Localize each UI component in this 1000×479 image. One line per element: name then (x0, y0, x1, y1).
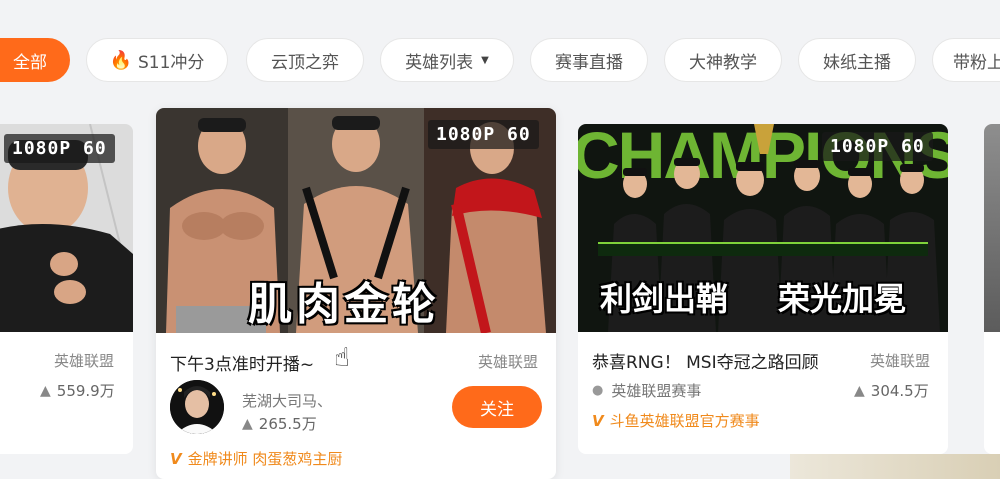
stream-category[interactable]: 英雄联盟 (870, 350, 930, 371)
avatar-image (170, 380, 224, 434)
caret-down-icon: ▼ (481, 54, 489, 66)
poster-caption-right: 荣光加冕 (778, 280, 907, 318)
v-badge-icon: V (592, 412, 604, 430)
streamer-name: 英雄联盟赛事 (611, 382, 702, 400)
follow-button[interactable]: 关注 (452, 386, 542, 428)
tab-label: 赛事直播 (555, 52, 623, 73)
resolution-badge: 1080P 60 (822, 132, 933, 161)
stream-thumbnail[interactable]: 1080P 60 肌肉金轮 (156, 108, 556, 333)
flame-icon: ▲ (40, 382, 51, 399)
tab-s11[interactable]: 🔥 S11冲分 (86, 38, 228, 82)
badge-text: 金牌讲师 肉蛋葱鸡主厨 (187, 450, 343, 468)
popularity-count: 265.5万 (258, 415, 317, 433)
thumbnail-caption: 肌肉金轮 (248, 279, 440, 330)
popularity-count: 304.5万 (870, 382, 929, 400)
badge-text: 斗鱼英雄联盟官方赛事 (609, 412, 760, 430)
tab-fan-boost[interactable]: 带粉上 (932, 38, 1000, 82)
user-icon: ● (592, 383, 604, 398)
avatar[interactable] (170, 380, 224, 434)
tab-label: 妹纸主播 (823, 52, 891, 73)
stream-title[interactable]: 下午3点准时开播~ (170, 350, 314, 375)
tab-hero-list[interactable]: 英雄列表 ▼ (380, 38, 514, 82)
tab-label: 英雄列表 (405, 52, 474, 73)
popularity: ▲ 265.5万 (242, 413, 317, 434)
tab-live-events[interactable]: 赛事直播 (530, 38, 648, 82)
flame-icon: ▲ (854, 382, 865, 399)
tab-girl-streamers[interactable]: 妹纸主播 (798, 38, 916, 82)
stream-card-featured[interactable]: 1080P 60 肌肉金轮 下午3点准时开播~ 英雄联盟 芜湖大司马、 ▲ 26… (156, 108, 556, 479)
resolution-badge: 1080P 60 (4, 134, 115, 163)
streamer-badge: V 金牌讲师 肉蛋葱鸡主厨 (170, 448, 342, 469)
resolution-badge: 1080P 60 (428, 120, 539, 149)
v-badge-icon: V (170, 450, 182, 468)
stream-card[interactable] (984, 124, 1000, 454)
flame-icon: 🔥 (109, 49, 132, 71)
hand-cursor-icon: ☝ (334, 343, 350, 373)
stream-card[interactable]: CHAMPIONS 1080P 60 利剑出鞘 荣光加冕 恭喜RNG！ MSI夺… (578, 124, 948, 454)
streamer-name[interactable]: 芜湖大司马、 (242, 390, 332, 411)
popularity-count: 559.9万 (56, 382, 115, 400)
stream-thumbnail[interactable]: 1080P 60 (0, 124, 133, 332)
tab-all[interactable]: 全部 (0, 38, 70, 82)
stream-thumbnail[interactable] (984, 124, 1000, 332)
streamer-badge: V 斗鱼英雄联盟官方赛事 (592, 410, 760, 431)
flame-icon: ▲ (242, 415, 253, 432)
popularity: ▲ 304.5万 (854, 380, 929, 401)
stream-thumbnail[interactable]: CHAMPIONS 1080P 60 利剑出鞘 荣光加冕 (578, 124, 948, 332)
tab-pro-tutorial[interactable]: 大神教学 (664, 38, 782, 82)
stream-category[interactable]: 英雄联盟 (478, 351, 538, 372)
tab-label: 大神教学 (689, 52, 757, 73)
tab-label: S11冲分 (137, 52, 205, 73)
popularity: ▲ 559.9万 (40, 380, 115, 401)
poster-caption-left: 利剑出鞘 (600, 280, 729, 318)
stream-card[interactable]: 1080P 60 英雄联盟 ▲ 559.9万 (0, 124, 133, 454)
tab-label: 云顶之弈 (271, 52, 339, 73)
tab-label: 全部 (13, 52, 47, 73)
stream-category[interactable]: 英雄联盟 (54, 350, 114, 371)
streamer-row[interactable]: ● 英雄联盟赛事 (592, 380, 701, 401)
stream-title[interactable]: 恭喜RNG！ MSI夺冠之路回顾 (592, 348, 819, 373)
tab-label: 带粉上 (953, 52, 1000, 73)
tab-tft[interactable]: 云顶之弈 (246, 38, 364, 82)
next-row-preview (790, 454, 1000, 479)
